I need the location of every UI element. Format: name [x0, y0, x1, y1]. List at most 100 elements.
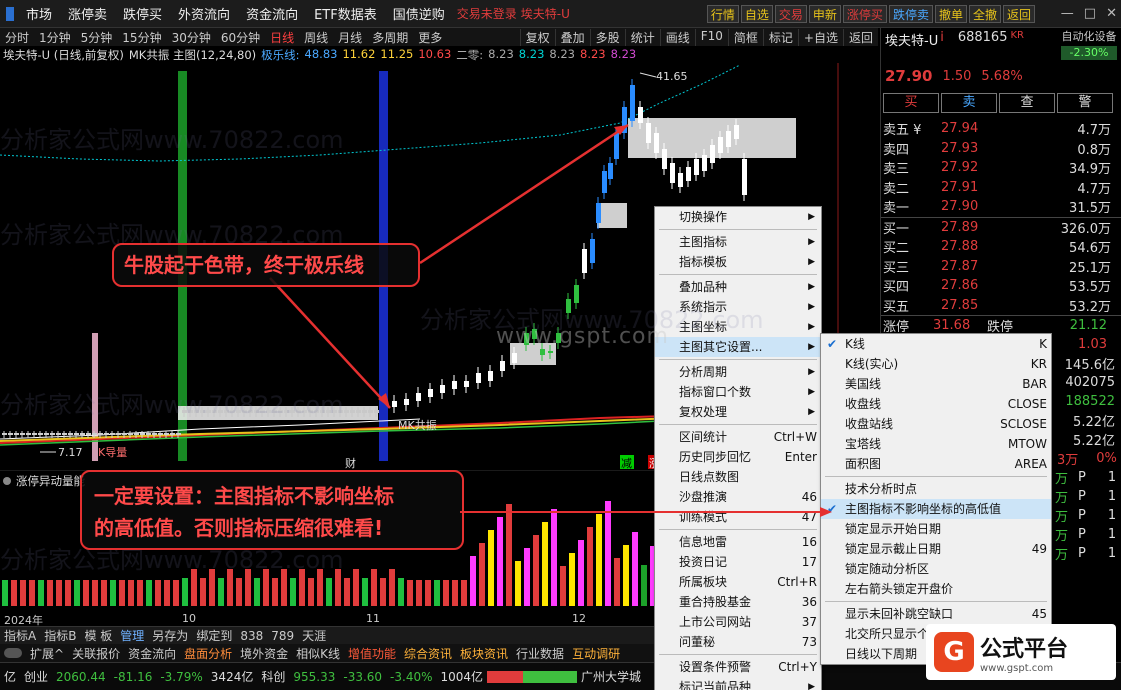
- context_menu_1-item[interactable]: 叠加品种 ▶: [655, 277, 821, 297]
- period-2[interactable]: 5分钟: [76, 29, 118, 46]
- menu-item-0[interactable]: 市场: [18, 4, 60, 23]
- context_menu_1-item[interactable]: 复权处理 ▶: [655, 402, 821, 422]
- quick-button-7[interactable]: 全撤: [968, 5, 1001, 23]
- period-0[interactable]: 分时: [0, 29, 34, 46]
- context_menu_2-item[interactable]: 锁定显示截止日期 49: [821, 539, 1051, 559]
- context_menu_1-item[interactable]: 系统指示 ▶: [655, 297, 821, 317]
- indicator-tab-0[interactable]: 指标A: [0, 627, 40, 644]
- trade-button-1[interactable]: 卖: [941, 93, 997, 113]
- quick-button-2[interactable]: 交易: [774, 5, 807, 23]
- period-6[interactable]: 日线: [265, 29, 299, 46]
- indicator-tab-7[interactable]: 789: [267, 629, 298, 643]
- trade-button-2[interactable]: 查: [999, 93, 1055, 113]
- indicator-tab-5[interactable]: 绑定到: [192, 627, 236, 644]
- context_menu_2-item[interactable]: 收盘线 CLOSE: [821, 394, 1051, 414]
- close-icon[interactable]: ✕: [1106, 6, 1117, 21]
- collapse-icon[interactable]: [3, 477, 11, 485]
- context_menu_2-item[interactable]: 面积图 AREA: [821, 454, 1051, 474]
- period-5[interactable]: 60分钟: [216, 29, 265, 46]
- menu-item-2[interactable]: 跌停买: [115, 4, 170, 23]
- context_menu_1-item[interactable]: 主图其它设置... ▶: [655, 337, 821, 357]
- context_menu_1-item[interactable]: 重合持股基金 36: [655, 592, 821, 612]
- context_menu_1-item[interactable]: 信息地雷 16: [655, 532, 821, 552]
- quick-button-4[interactable]: 涨停买: [842, 5, 887, 23]
- ext-tab-10[interactable]: 互动调研: [568, 645, 624, 662]
- ext-tab-3[interactable]: 盘面分析: [180, 645, 236, 662]
- period-tool-3[interactable]: 统计: [624, 28, 660, 46]
- menu-item-5[interactable]: ETF数据表: [306, 4, 385, 23]
- indicator-tab-2[interactable]: 模 板: [80, 627, 116, 644]
- context_menu_1-item[interactable]: 设置条件预警 Ctrl+Y: [655, 657, 821, 677]
- ext-tab-1[interactable]: 关联报价: [68, 645, 124, 662]
- context_menu_1-item[interactable]: 分析周期 ▶: [655, 362, 821, 382]
- period-tool-4[interactable]: 画线: [659, 28, 695, 46]
- context_menu_2-item[interactable]: 锁定随动分析区: [821, 559, 1051, 579]
- quick-button-8[interactable]: 返回: [1002, 5, 1035, 23]
- context_menu_2-item[interactable]: K线(实心) KR: [821, 354, 1051, 374]
- ext-tab-0[interactable]: 扩展^: [26, 645, 68, 662]
- quick-button-0[interactable]: 行情: [706, 5, 739, 23]
- period-1[interactable]: 1分钟: [34, 29, 76, 46]
- ext-tab-9[interactable]: 行业数据: [512, 645, 568, 662]
- trade-button-3[interactable]: 警: [1057, 93, 1113, 113]
- context_menu_2-item[interactable]: 左右箭头锁定开盘价: [821, 579, 1051, 599]
- menu-item-4[interactable]: 资金流向: [238, 4, 306, 23]
- ext-tab-8[interactable]: 板块资讯: [456, 645, 512, 662]
- context_menu_1-item[interactable]: 切换操作 ▶: [655, 207, 821, 227]
- sector-label[interactable]: 自动化设备: [1062, 30, 1117, 43]
- ext-tab-6[interactable]: 增值功能: [344, 645, 400, 662]
- minimize-icon[interactable]: —: [1061, 6, 1074, 21]
- ext-tab-2[interactable]: 资金流向: [124, 645, 180, 662]
- context_menu_1-item[interactable]: 历史同步回忆 Enter: [655, 447, 821, 467]
- context_menu_2-item[interactable]: ✔ 主图指标不影响坐标的高低值: [821, 499, 1051, 519]
- period-tool-8[interactable]: +自选: [797, 28, 843, 46]
- context_menu_1-item[interactable]: 区间统计 Ctrl+W: [655, 427, 821, 447]
- menu-item-6[interactable]: 国债逆购: [385, 4, 453, 23]
- context_menu_2-item[interactable]: 美国线 BAR: [821, 374, 1051, 394]
- context_menu_1-item[interactable]: 标记当前品种 ▶: [655, 677, 821, 690]
- news-ticker[interactable]: 广州大学城: [577, 668, 645, 685]
- extend-toggle[interactable]: [4, 648, 22, 658]
- context_menu_2-item[interactable]: 技术分析时点: [821, 479, 1051, 499]
- period-tool-0[interactable]: 复权: [519, 28, 555, 46]
- context_menu_2-item[interactable]: 宝塔线 MTOW: [821, 434, 1051, 454]
- period-tool-6[interactable]: 简框: [727, 28, 763, 46]
- indicator-tab-8[interactable]: 天涯: [298, 627, 330, 644]
- context_menu_1-item[interactable]: 投资日记 17: [655, 552, 821, 572]
- context_menu_2-item[interactable]: 收盘站线 SCLOSE: [821, 414, 1051, 434]
- quick-button-1[interactable]: 自选: [740, 5, 773, 23]
- context_menu_1-item[interactable]: 指标模板 ▶: [655, 252, 821, 272]
- indicator-tab-1[interactable]: 指标B: [40, 627, 80, 644]
- menu-item-1[interactable]: 涨停卖: [60, 4, 115, 23]
- context_menu_1-item[interactable]: 主图指标 ▶: [655, 232, 821, 252]
- period-4[interactable]: 30分钟: [167, 29, 216, 46]
- context_menu_1-item[interactable]: 沙盘推演 46: [655, 487, 821, 507]
- menu-item-3[interactable]: 外资流向: [170, 4, 238, 23]
- context_menu_1-item[interactable]: 日线点数图: [655, 467, 821, 487]
- period-tool-5[interactable]: F10: [694, 28, 728, 46]
- context_menu_1-item[interactable]: 主图坐标 ▶: [655, 317, 821, 337]
- trade-button-0[interactable]: 买: [883, 93, 939, 113]
- period-9[interactable]: 多周期: [367, 29, 413, 46]
- context_menu_2-item[interactable]: 显示未回补跳空缺口 45: [821, 604, 1051, 624]
- context_menu_1-item[interactable]: 上市公司网站 37: [655, 612, 821, 632]
- period-3[interactable]: 15分钟: [117, 29, 166, 46]
- context_menu_2-item[interactable]: 锁定显示开始日期: [821, 519, 1051, 539]
- ext-tab-4[interactable]: 境外资金: [236, 645, 292, 662]
- context_menu_1-item[interactable]: 所属板块 Ctrl+R: [655, 572, 821, 592]
- indicator-tab-6[interactable]: 838: [236, 629, 267, 643]
- quick-button-5[interactable]: 跌停卖: [888, 5, 933, 23]
- indicator-tab-4[interactable]: 另存为: [148, 627, 192, 644]
- info-marker[interactable]: i: [940, 30, 944, 49]
- period-tool-7[interactable]: 标记: [762, 28, 798, 46]
- period-tool-1[interactable]: 叠加: [554, 28, 590, 46]
- period-8[interactable]: 月线: [333, 29, 367, 46]
- context_menu_1-item[interactable]: 问董秘 73: [655, 632, 821, 652]
- context_menu_1-item[interactable]: 指标窗口个数 ▶: [655, 382, 821, 402]
- context_menu_2-item[interactable]: ✔ K线 K: [821, 334, 1051, 354]
- quick-button-6[interactable]: 撤单: [934, 5, 967, 23]
- ext-tab-5[interactable]: 相似K线: [292, 645, 344, 662]
- ext-tab-7[interactable]: 综合资讯: [400, 645, 456, 662]
- indicator-name[interactable]: MK共振 主图(12,24,80): [129, 47, 256, 63]
- indicator-tab-3[interactable]: 管理: [116, 627, 148, 644]
